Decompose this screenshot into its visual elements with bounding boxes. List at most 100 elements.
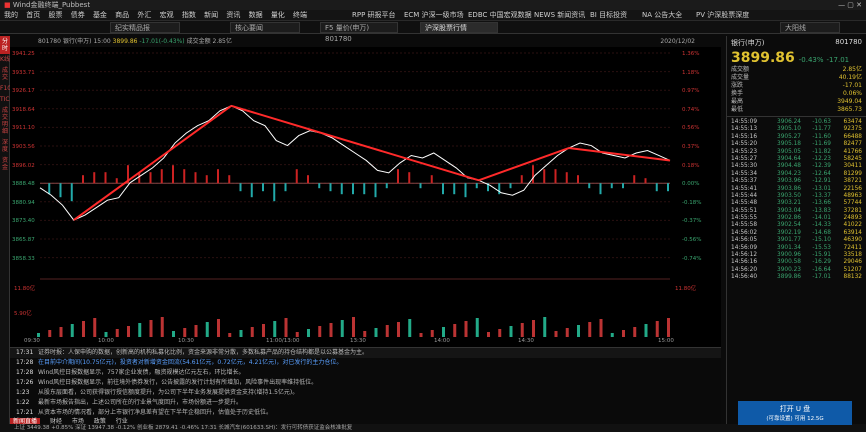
x-tick-label: 13:30 (350, 338, 366, 344)
momentum-bar (318, 183, 321, 189)
menu-item[interactable]: 资讯 (226, 11, 240, 19)
tick-time: 14:55:16 (731, 133, 758, 140)
menu-item[interactable]: 宏观 (160, 11, 174, 19)
tick-price: 3904.64 (777, 155, 801, 162)
window-controls[interactable]: — ▢ ✕ (838, 0, 862, 10)
tick-volume: 72411 (843, 244, 862, 251)
tick-diff: -13.37 (812, 192, 831, 199)
volume-bar (194, 325, 198, 337)
vtab-detail[interactable]: 成交明细 (0, 105, 10, 137)
menu-item[interactable]: 我的 (4, 11, 18, 19)
tick-price: 3905.27 (777, 133, 801, 140)
usb-popup[interactable]: 打开 U 盘 (可靠设置) 可用 12.5G (738, 401, 852, 425)
tick-diff: -15.53 (812, 244, 831, 251)
tick-volume: 66488 (843, 133, 862, 140)
x-tick-label: 10:30 (178, 338, 194, 344)
news-item[interactable]: 17:28 在目前中介期间(10.75亿元)，投资者对新增资金回流(54.61亿元… (10, 358, 721, 368)
vtab-intraday[interactable]: 分时 (0, 36, 10, 54)
top-tab[interactable]: NA 公告大全 (642, 10, 682, 21)
momentum-bar (655, 183, 658, 192)
tick-row: 14:56:02 3902.19 -14.68 63914 (727, 230, 866, 237)
momentum-bar (82, 175, 84, 184)
menu-item[interactable]: 外汇 (137, 11, 151, 19)
tab-quotes[interactable]: 沪深股票行情 (420, 22, 498, 33)
news-item[interactable]: 17:21 从资本市场的情况看，部分上市银行净息差有望在下半年企稳回升，估值处于历… (10, 408, 721, 418)
vtab-f10[interactable]: F10 (0, 83, 11, 94)
vtab-funds[interactable]: 资金 (0, 155, 10, 173)
vtab-depth[interactable]: 深度 (0, 137, 10, 155)
stat-row: 换手 0.06% (727, 90, 866, 98)
tick-volume: 46390 (843, 237, 862, 244)
news-time: 17:26 (16, 379, 34, 386)
top-tab[interactable]: BI 目标投资 (590, 10, 627, 21)
tab-news[interactable]: 核心要闻 (230, 22, 300, 33)
news-item[interactable]: 1:22 最新市场报告指出，上述公司所在的行业景气度回升，市场份额进一步提升。 (10, 398, 721, 408)
news-time: 17:28 (16, 369, 34, 376)
y-tick-label-right: -0.56% (682, 237, 702, 243)
volume-bar (442, 327, 445, 337)
tick-row: 14:55:30 3904.48 -12.39 30411 (727, 163, 866, 170)
status-bar: 上证 3449.38 +0.85% 深证 13947.38 -0.12% 创业板… (0, 424, 866, 432)
momentum-bar (250, 183, 253, 198)
tick-diff: -13.83 (812, 207, 831, 214)
tab-report[interactable]: 纪实精品报 (110, 22, 180, 33)
menu-item[interactable]: 基金 (93, 11, 107, 19)
momentum-bar (475, 183, 478, 189)
volume-bar (509, 326, 513, 337)
news-item[interactable]: 17:28 Wind风控日报数据显示，757家企业发债，融资规模达亿元左右，环比增… (10, 368, 721, 378)
momentum-bar (408, 172, 411, 184)
menu-item[interactable]: 股票 (48, 11, 62, 19)
vol-label-mid: 5.90亿 (14, 311, 32, 317)
momentum-bar (70, 183, 73, 202)
top-tab[interactable]: ECM 沪深一级市场 (404, 10, 464, 21)
menu-item[interactable]: 量化 (271, 11, 285, 19)
momentum-bar (183, 169, 186, 184)
momentum-bar (644, 178, 647, 184)
vtab-volume[interactable]: 成交 (0, 65, 10, 83)
tick-row: 14:55:44 3903.50 -13.37 48963 (727, 193, 866, 200)
menu-item[interactable]: 终端 (293, 11, 307, 19)
tick-time: 14:55:44 (731, 192, 758, 199)
tab-index[interactable]: F5 量价(申万) 801780 (320, 22, 398, 43)
news-item[interactable]: 17:31 证券时报：人保申购的数据，创新高的机构私募化比例，资金来源非常分散，多… (10, 348, 721, 358)
volume-bar (82, 321, 85, 337)
menu-item[interactable]: 商品 (115, 11, 129, 19)
vtab-tick[interactable]: TICK (0, 94, 14, 105)
tick-row: 14:55:58 3902.54 -14.33 41022 (727, 222, 866, 229)
stat-key: 最低 (731, 106, 744, 113)
tick-volume: 57744 (843, 200, 862, 207)
tick-time: 14:55:55 (731, 215, 758, 222)
news-text: Wind风控日报数据显示，757家企业发债，融资规模达亿元左右，环比增长。 (38, 369, 245, 376)
news-item[interactable]: 17:26 Wind风控日报数据显示，前往境外债券发行，公告披露的发行计划有所增加… (10, 378, 721, 388)
quote-change-abs: -17.01 (826, 56, 850, 64)
intraday-chart[interactable]: 3941.25 3933.71 3926.17 3918.64 3911.10 3903.… (10, 47, 721, 347)
volume-bar (520, 323, 524, 337)
tick-diff: -11.69 (812, 141, 831, 148)
y-tick-label-right: 0.37% (682, 144, 700, 150)
top-tab[interactable]: NEWS 新闻资讯 (534, 10, 585, 21)
x-tick-label: 11:00/13:00 (266, 338, 300, 344)
menu-item[interactable]: 首页 (26, 11, 40, 19)
tick-list: 14:55:09 3906.24 -10.63 63474 14:55:13 3905.1… (727, 119, 866, 282)
tab-bigline[interactable]: 大阳线 (780, 22, 840, 33)
menu-item[interactable]: 数据 (249, 11, 263, 19)
volume-bar (115, 329, 119, 337)
vtab-kline[interactable]: K线 (0, 54, 10, 65)
top-tab[interactable]: EDBC 中国宏观数据 (468, 10, 532, 21)
top-tab[interactable]: PV 沪深股票深度 (696, 10, 749, 21)
menu-item[interactable]: 债券 (71, 11, 85, 19)
momentum-bar (284, 183, 287, 192)
tick-price: 3902.19 (777, 229, 801, 236)
volume-bar (127, 326, 130, 337)
volume-bar (633, 327, 637, 337)
menu-item[interactable]: 新闻 (204, 11, 218, 19)
menu-item[interactable]: 指数 (182, 11, 196, 19)
news-text: 在目前中介期间(10.75亿元)，投资者对新增资金回流(54.61亿元，0.72… (38, 359, 343, 366)
volume-bar (262, 324, 265, 337)
tick-price: 3903.50 (777, 192, 801, 199)
news-item[interactable]: 1:23 从股东层面看，公司获得银行授信额度提升，为公司下半年业务发展提供资金支持… (10, 388, 721, 398)
y-tick-label: 3918.64 (12, 106, 35, 113)
volume-bar (577, 325, 580, 337)
volume-bar (419, 333, 423, 337)
top-tab[interactable]: RPP 研报平台 (352, 10, 396, 21)
